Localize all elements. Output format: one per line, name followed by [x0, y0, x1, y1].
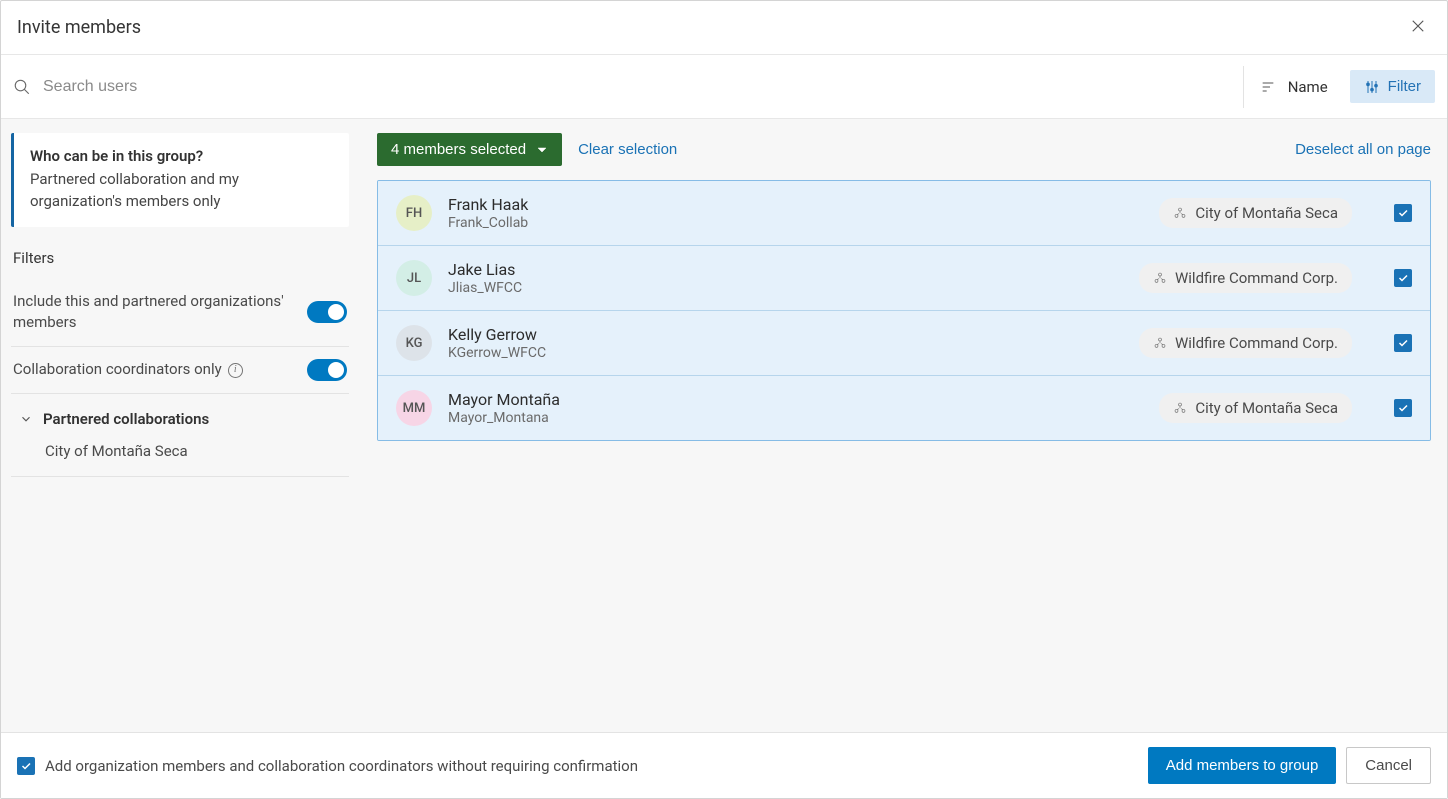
check-icon: [1397, 272, 1409, 284]
collab-item[interactable]: City of Montaña Seca: [13, 432, 347, 464]
chevron-down-icon: [536, 144, 548, 156]
user-info: Frank Haak Frank_Collab: [448, 195, 1143, 231]
filters-heading: Filters: [11, 245, 349, 279]
sidebar: Who can be in this group? Partnered coll…: [1, 119, 361, 732]
modal-header: Invite members: [1, 1, 1447, 55]
org-chip: Wildfire Command Corp.: [1139, 328, 1352, 358]
content-area: Who can be in this group? Partnered coll…: [1, 119, 1447, 732]
user-info: Jake Lias Jlias_WFCC: [448, 260, 1123, 296]
avatar: FH: [396, 195, 432, 231]
org-chip: Wildfire Command Corp.: [1139, 263, 1352, 293]
partnered-collab-header[interactable]: Partnered collaborations: [13, 406, 347, 432]
close-button[interactable]: [1405, 13, 1431, 42]
user-login: Mayor_Montana: [448, 410, 1143, 426]
toggle-coordinators[interactable]: [307, 359, 347, 381]
user-row[interactable]: JL Jake Lias Jlias_WFCC Wildfire Command…: [378, 246, 1430, 311]
org-name: City of Montaña Seca: [1195, 204, 1338, 222]
invite-members-modal: Invite members Name Filter Who can be in…: [0, 0, 1448, 799]
modal-footer: Add organization members and collaborati…: [1, 732, 1447, 798]
search-input[interactable]: [43, 78, 1243, 96]
add-members-button[interactable]: Add members to group: [1148, 747, 1337, 784]
info-icon[interactable]: i: [228, 363, 243, 378]
org-icon: [1153, 271, 1167, 285]
user-name: Kelly Gerrow: [448, 325, 1123, 344]
org-icon: [1173, 401, 1187, 415]
sort-label: Name: [1288, 78, 1328, 96]
selected-count-button[interactable]: 4 members selected: [377, 133, 562, 166]
search-bar-row: Name Filter: [1, 55, 1447, 119]
org-name: City of Montaña Seca: [1195, 399, 1338, 417]
partnered-collab-section: Partnered collaborations City of Montaña…: [11, 394, 349, 477]
toggle-partnered-orgs[interactable]: [307, 301, 347, 323]
org-icon: [1173, 206, 1187, 220]
chevron-down-icon: [19, 412, 33, 426]
info-card: Who can be in this group? Partnered coll…: [11, 133, 349, 227]
filter-button[interactable]: Filter: [1350, 70, 1435, 103]
avatar: JL: [396, 260, 432, 296]
org-chip: City of Montaña Seca: [1159, 393, 1352, 423]
main-panel: 4 members selected Clear selection Desel…: [361, 119, 1447, 732]
check-icon: [20, 760, 32, 772]
selection-row: 4 members selected Clear selection Desel…: [377, 133, 1431, 166]
avatar: MM: [396, 390, 432, 426]
user-login: Jlias_WFCC: [448, 280, 1123, 296]
sort-icon: [1260, 79, 1276, 95]
footer-left: Add organization members and collaborati…: [17, 757, 1138, 775]
user-name: Mayor Montaña: [448, 390, 1143, 409]
sort-by-name[interactable]: Name: [1243, 66, 1344, 108]
modal-title: Invite members: [17, 17, 141, 38]
user-login: Frank_Collab: [448, 215, 1143, 231]
user-login: KGerrow_WFCC: [448, 345, 1123, 361]
user-checkbox[interactable]: [1394, 399, 1412, 417]
org-icon: [1153, 336, 1167, 350]
close-icon: [1409, 17, 1427, 35]
filter-label-partnered-orgs: Include this and partnered organizations…: [13, 291, 295, 335]
filter-button-label: Filter: [1388, 78, 1421, 95]
deselect-all-button[interactable]: Deselect all on page: [1295, 141, 1431, 158]
user-info: Kelly Gerrow KGerrow_WFCC: [448, 325, 1123, 361]
org-chip: City of Montaña Seca: [1159, 198, 1352, 228]
user-row[interactable]: KG Kelly Gerrow KGerrow_WFCC Wildfire Co…: [378, 311, 1430, 376]
check-icon: [1397, 207, 1409, 219]
search-wrap: [13, 78, 1243, 96]
org-name: Wildfire Command Corp.: [1175, 269, 1338, 287]
cancel-button[interactable]: Cancel: [1346, 747, 1431, 784]
check-icon: [1397, 337, 1409, 349]
user-info: Mayor Montaña Mayor_Montana: [448, 390, 1143, 426]
info-question: Who can be in this group?: [30, 147, 333, 165]
filter-label-coordinators: Collaboration coordinators only i: [13, 359, 295, 381]
info-answer: Partnered collaboration and my organizat…: [30, 169, 333, 213]
clear-selection-button[interactable]: Clear selection: [578, 141, 677, 158]
user-checkbox[interactable]: [1394, 269, 1412, 287]
user-name: Frank Haak: [448, 195, 1143, 214]
check-icon: [1397, 402, 1409, 414]
filter-row-partnered-orgs: Include this and partnered organizations…: [11, 279, 349, 348]
filter-icon: [1364, 79, 1380, 95]
user-list: FH Frank Haak Frank_Collab City of Monta…: [377, 180, 1431, 441]
user-row[interactable]: MM Mayor Montaña Mayor_Montana City of M…: [378, 376, 1430, 440]
search-icon: [13, 78, 31, 96]
user-checkbox[interactable]: [1394, 334, 1412, 352]
user-checkbox[interactable]: [1394, 204, 1412, 222]
avatar: KG: [396, 325, 432, 361]
confirm-checkbox[interactable]: [17, 757, 35, 775]
org-name: Wildfire Command Corp.: [1175, 334, 1338, 352]
user-name: Jake Lias: [448, 260, 1123, 279]
filter-row-coordinators: Collaboration coordinators only i: [11, 347, 349, 394]
user-row[interactable]: FH Frank Haak Frank_Collab City of Monta…: [378, 181, 1430, 246]
confirm-label: Add organization members and collaborati…: [45, 757, 638, 775]
